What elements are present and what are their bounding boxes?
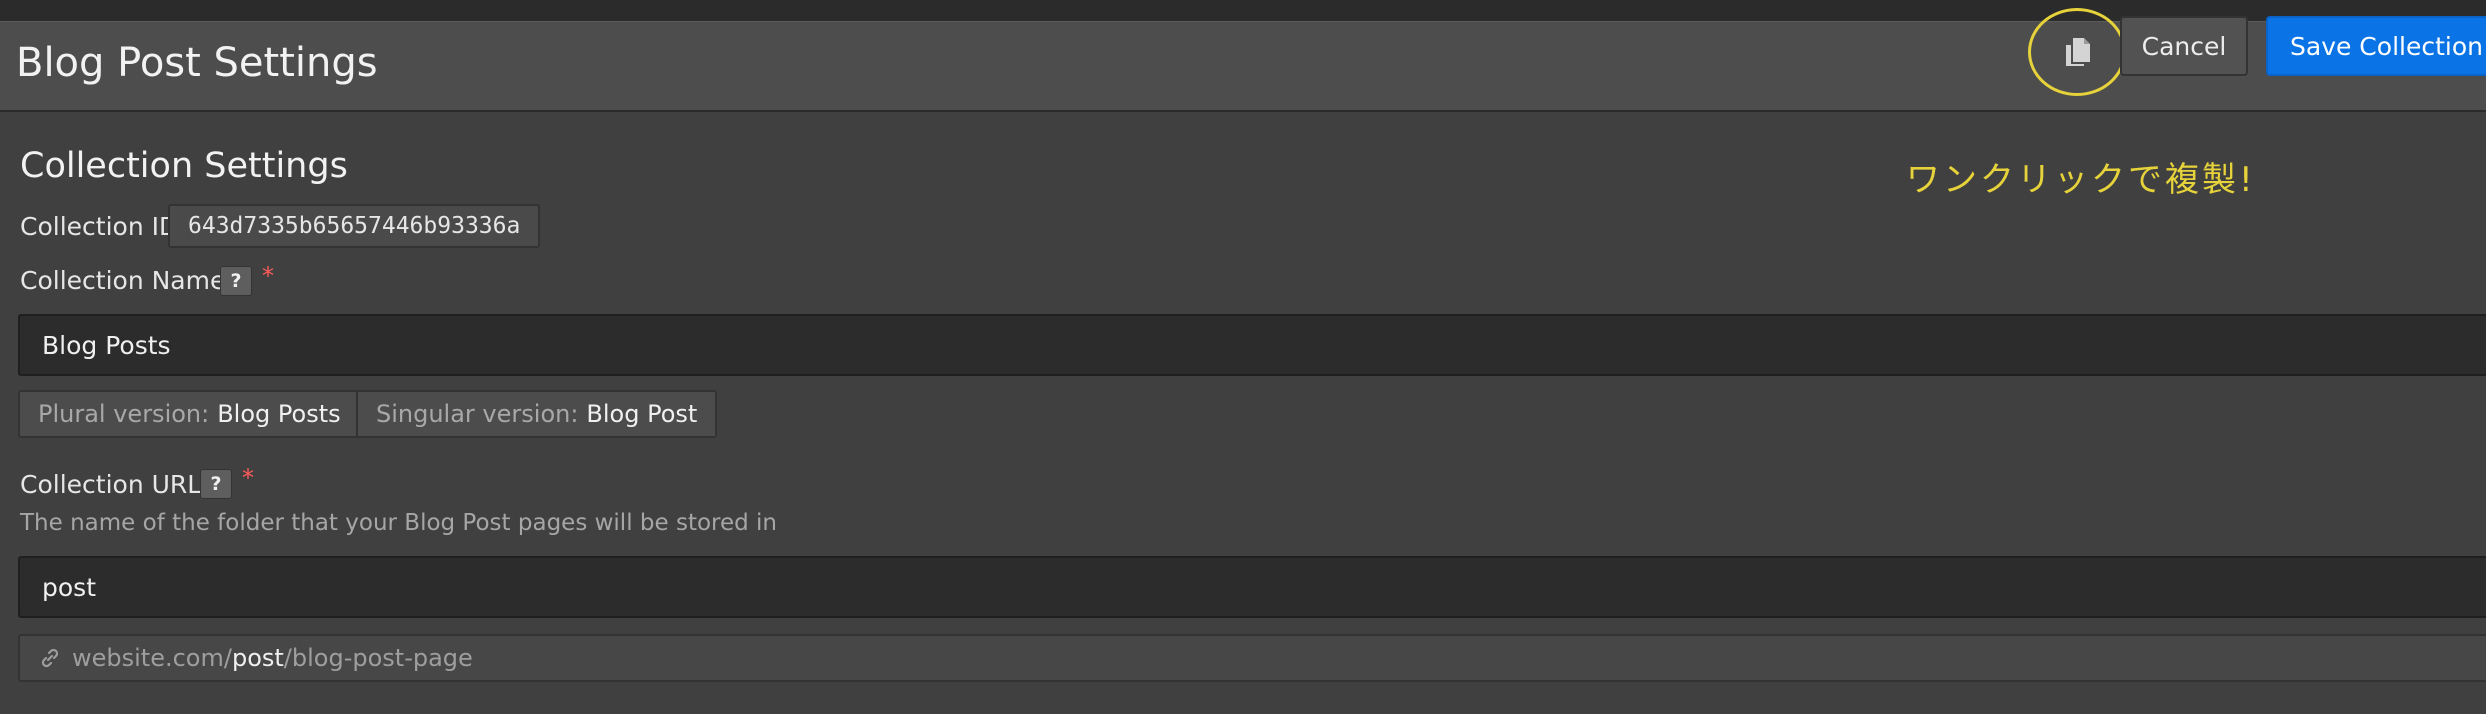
collection-url-hint: The name of the folder that your Blog Po…	[20, 510, 778, 536]
url-prefix: website.com/	[72, 644, 232, 672]
plural-version-value: Blog Posts	[217, 400, 341, 428]
url-preview: website.com/post/blog-post-page	[18, 634, 2486, 682]
save-collection-button[interactable]: Save Collection	[2266, 16, 2486, 76]
plural-version-chip: Plural version: Blog Posts	[18, 390, 361, 438]
required-marker: *	[242, 464, 254, 492]
cancel-button[interactable]: Cancel	[2120, 16, 2248, 76]
singular-version-chip: Singular version: Blog Post	[356, 390, 718, 438]
top-strip	[0, 0, 2486, 21]
plural-version-key: Plural version:	[38, 400, 210, 428]
annotation-text: ワンクリックで複製!	[1906, 160, 2256, 200]
collection-id-label: Collection ID	[20, 212, 179, 241]
duplicate-button[interactable]	[2028, 8, 2126, 96]
collection-url-label: Collection URL	[20, 470, 202, 499]
link-icon	[41, 648, 59, 668]
help-icon[interactable]: ?	[200, 469, 232, 499]
section-title: Collection Settings	[20, 146, 348, 186]
singular-version-value: Blog Post	[586, 400, 698, 428]
singular-version-key: Singular version:	[376, 400, 579, 428]
url-suffix: /blog-post-page	[283, 644, 473, 672]
required-marker: *	[262, 262, 274, 290]
help-icon[interactable]: ?	[220, 266, 252, 296]
collection-name-input[interactable]: Blog Posts	[18, 314, 2486, 376]
page-title: Blog Post Settings	[16, 40, 378, 86]
copy-icon	[2066, 38, 2090, 66]
collection-id-value: 643d7335b65657446b93336a	[168, 204, 541, 248]
url-slug: post	[231, 644, 284, 672]
collection-name-label: Collection Name	[20, 266, 226, 295]
collection-url-input[interactable]: post	[18, 556, 2486, 618]
